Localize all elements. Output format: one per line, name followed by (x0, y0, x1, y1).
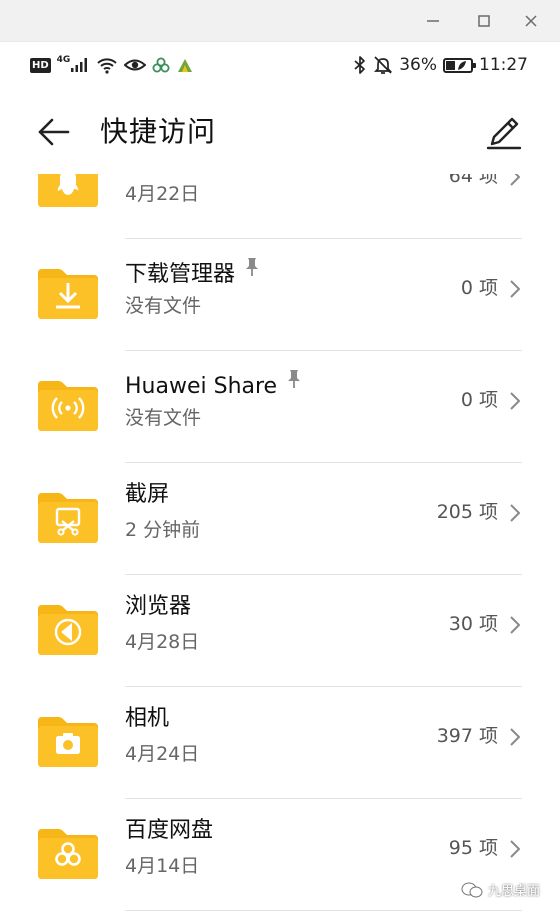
baidu-netdisk-status-icon (152, 57, 170, 73)
folder-icon (36, 491, 100, 545)
pencil-icon[interactable] (484, 112, 524, 152)
chevron-right-icon (508, 278, 522, 300)
pin-icon (287, 368, 301, 398)
chevron-right-icon (508, 614, 522, 636)
item-count: 95 项 (448, 837, 498, 859)
item-count: 397 项 (436, 725, 498, 747)
eye-comfort-icon (124, 59, 147, 71)
item-count: 64 项 (448, 174, 498, 187)
minimize-icon[interactable] (420, 8, 446, 34)
watermark: 九思桌面 (461, 880, 540, 899)
folder-icon (36, 827, 100, 881)
baidu-netdisk-icon (36, 827, 100, 881)
pin-icon (245, 256, 259, 286)
item-name-text: Huawei Share (125, 374, 278, 399)
quick-access-list: QQ 4月22日 64 项 下载管理器 没有文件 0 项 (0, 174, 560, 913)
item-subtitle: 没有文件 (125, 295, 202, 317)
mute-bell-icon (374, 56, 393, 74)
list-item[interactable]: 相机 4月24日 397 项 (0, 687, 560, 799)
item-name: Huawei Share (125, 368, 301, 402)
camera-icon (36, 715, 100, 769)
item-count: 0 项 (460, 389, 498, 411)
item-name: 百度网盘 (125, 816, 213, 846)
chevron-right-icon (508, 838, 522, 860)
browser-icon (36, 603, 100, 657)
item-name: 截屏 (125, 480, 169, 510)
item-subtitle: 4月14日 (125, 855, 200, 877)
bluetooth-icon (354, 56, 366, 74)
item-name-text: 相机 (125, 706, 170, 731)
battery-icon (443, 57, 476, 73)
item-subtitle: 2 分钟前 (125, 519, 201, 541)
watermark-text: 九思桌面 (487, 884, 540, 899)
divider (125, 910, 522, 911)
chevron-right-icon (508, 390, 522, 412)
status-bar: HD 4G 36% 11:27 (0, 42, 560, 88)
hd-badge: HD (30, 57, 51, 73)
item-name: 下载管理器 (125, 256, 259, 290)
item-name: 相机 (125, 704, 169, 734)
item-name: 浏览器 (125, 592, 191, 622)
item-name-text: 浏览器 (125, 594, 192, 619)
item-name-text: 百度网盘 (125, 818, 214, 843)
signal-icon (71, 58, 88, 72)
item-subtitle: 4月28日 (125, 631, 200, 653)
list-item[interactable]: QQ 4月22日 64 项 (0, 174, 560, 239)
maximize-icon[interactable] (471, 8, 497, 34)
window-titlebar (0, 0, 560, 42)
list-item[interactable]: 截屏 2 分钟前 205 项 (0, 463, 560, 575)
item-count: 0 项 (460, 277, 498, 299)
folder-icon (36, 603, 100, 657)
close-icon[interactable] (518, 8, 544, 34)
page-title: 快捷访问 (100, 115, 217, 148)
item-count: 205 项 (436, 501, 498, 523)
share-signal-icon (36, 379, 100, 433)
wechat-icon (461, 882, 483, 897)
chevron-right-icon (508, 726, 522, 748)
clock: 11:27 (479, 55, 528, 75)
network-type: 4G (56, 55, 71, 65)
arrow-left-icon[interactable] (34, 112, 74, 152)
qq-icon (36, 174, 100, 209)
chevron-right-icon (508, 502, 522, 524)
list-item[interactable]: 下载管理器 没有文件 0 项 (0, 239, 560, 351)
folder-icon (36, 267, 100, 321)
item-count: 30 项 (448, 613, 498, 635)
app-notification-icon (178, 59, 193, 72)
list-item[interactable]: 浏览器 4月28日 30 项 (0, 575, 560, 687)
folder-icon (36, 379, 100, 433)
item-subtitle: 4月24日 (125, 743, 200, 765)
chevron-right-icon (508, 174, 522, 188)
download-icon (36, 267, 100, 321)
item-subtitle: 4月22日 (125, 183, 200, 205)
item-subtitle: 没有文件 (125, 407, 202, 429)
screenshot-icon (36, 491, 100, 545)
item-name-text: 下载管理器 (125, 262, 236, 287)
app-header: 快捷访问 (0, 88, 560, 174)
list-item[interactable]: Huawei Share 没有文件 0 项 (0, 351, 560, 463)
item-name-text: 截屏 (125, 482, 170, 507)
folder-icon (36, 174, 100, 209)
folder-icon (36, 715, 100, 769)
wifi-icon (97, 58, 118, 74)
battery-percent: 36% (399, 55, 437, 75)
